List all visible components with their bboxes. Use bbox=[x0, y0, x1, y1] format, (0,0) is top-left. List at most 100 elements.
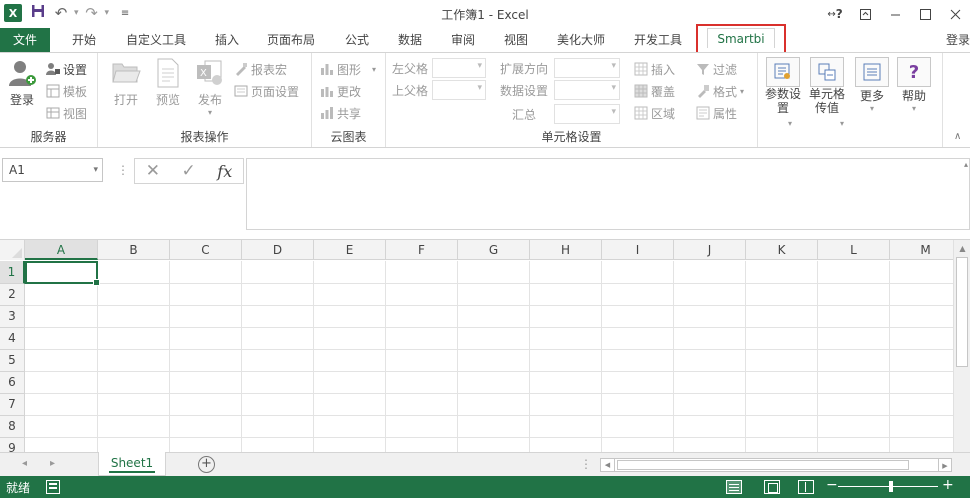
view-button[interactable]: 视图 bbox=[46, 103, 87, 123]
vertical-scroll-thumb[interactable] bbox=[956, 257, 968, 367]
column-header[interactable]: C bbox=[170, 240, 242, 260]
summary-select[interactable] bbox=[554, 104, 620, 124]
cover-button[interactable]: 覆盖 bbox=[634, 81, 675, 101]
page-break-view-icon[interactable] bbox=[798, 480, 814, 494]
name-box[interactable]: A1 bbox=[2, 158, 103, 182]
template-button[interactable]: 模板 bbox=[46, 81, 87, 101]
tab-home[interactable]: 开始 bbox=[62, 28, 106, 52]
login-button[interactable]: 登录 bbox=[4, 57, 40, 108]
param-setting-button[interactable]: 参数设 置 ▾ bbox=[762, 57, 804, 128]
expand-direction-select[interactable] bbox=[554, 58, 620, 78]
column-header[interactable]: M bbox=[890, 240, 962, 260]
open-button[interactable]: 打开 bbox=[108, 57, 144, 108]
top-parent-select[interactable] bbox=[432, 80, 486, 100]
row-header[interactable]: 4 bbox=[0, 328, 25, 350]
zoom-slider[interactable] bbox=[838, 486, 938, 487]
row-header[interactable]: 1 bbox=[0, 261, 25, 284]
column-header[interactable]: L bbox=[818, 240, 890, 260]
row-header[interactable]: 8 bbox=[0, 416, 25, 438]
row-header[interactable]: 2 bbox=[0, 284, 25, 306]
active-cell-a1[interactable] bbox=[25, 261, 100, 286]
sheet-tab-sheet1[interactable]: Sheet1 bbox=[98, 452, 166, 476]
column-header[interactable]: I bbox=[602, 240, 674, 260]
tab-review[interactable]: 审阅 bbox=[440, 28, 486, 52]
collapse-ribbon-icon[interactable]: ∧ bbox=[954, 131, 961, 142]
select-all-button[interactable] bbox=[0, 240, 25, 260]
row-header[interactable]: 7 bbox=[0, 394, 25, 416]
confirm-entry-icon[interactable]: ✓ bbox=[182, 161, 196, 181]
tab-data[interactable]: 数据 bbox=[388, 28, 432, 52]
region-button[interactable]: 区域 bbox=[634, 103, 675, 123]
column-header[interactable]: E bbox=[314, 240, 386, 260]
sheet-nav-prev-icon[interactable]: ◂ bbox=[22, 458, 27, 469]
help-button[interactable]: ? 帮助 ▾ bbox=[896, 57, 932, 113]
normal-view-icon[interactable] bbox=[726, 480, 742, 494]
close-icon[interactable] bbox=[940, 2, 970, 26]
column-header[interactable]: J bbox=[674, 240, 746, 260]
tab-developer[interactable]: 开发工具 bbox=[624, 28, 692, 52]
filter-button[interactable]: 过滤 bbox=[696, 59, 737, 79]
vertical-scrollbar[interactable]: ▲ bbox=[953, 240, 970, 452]
sheet-nav-next-icon[interactable]: ▸ bbox=[50, 458, 55, 469]
horizontal-scroll-thumb[interactable] bbox=[617, 460, 909, 470]
tab-split-handle[interactable]: ⋮ bbox=[580, 457, 592, 471]
account-login-link[interactable]: 登录 bbox=[946, 28, 970, 52]
help-label: ? bbox=[835, 7, 843, 21]
chart-button[interactable]: 图形 ▾ bbox=[320, 59, 376, 79]
format-button[interactable]: 格式 ▾ bbox=[696, 81, 744, 101]
row-header[interactable]: 5 bbox=[0, 350, 25, 372]
zoom-out-icon[interactable]: − bbox=[826, 477, 838, 493]
report-macro-button[interactable]: 报表宏 bbox=[234, 59, 287, 79]
maximize-icon[interactable] bbox=[910, 2, 940, 26]
settings-button[interactable]: 设置 bbox=[46, 59, 87, 79]
preview-button[interactable]: 预览 bbox=[150, 57, 186, 108]
formula-bar-resize-handle[interactable]: ⋮ bbox=[117, 163, 129, 177]
cancel-entry-icon[interactable]: ✕ bbox=[146, 161, 160, 181]
gridline bbox=[25, 327, 970, 328]
row-header[interactable]: 6 bbox=[0, 372, 25, 394]
help-icon[interactable]: ↔? bbox=[820, 2, 850, 26]
tab-insert[interactable]: 插入 bbox=[206, 28, 248, 52]
tab-file[interactable]: 文件 bbox=[0, 28, 50, 52]
minimize-icon[interactable] bbox=[880, 2, 910, 26]
insert-button[interactable]: 插入 bbox=[634, 59, 675, 79]
page-layout-view-icon[interactable] bbox=[764, 480, 780, 494]
publish-button[interactable]: X 发布 ▾ bbox=[192, 57, 228, 117]
insert-function-icon[interactable]: fx bbox=[217, 162, 232, 181]
row-header[interactable]: 9 bbox=[0, 438, 25, 452]
column-header[interactable]: H bbox=[530, 240, 602, 260]
tab-formulas[interactable]: 公式 bbox=[334, 28, 380, 52]
left-parent-select[interactable] bbox=[432, 58, 486, 78]
share-button[interactable]: 共享 bbox=[320, 103, 361, 123]
column-header[interactable]: F bbox=[386, 240, 458, 260]
more-button[interactable]: 更多 ▾ bbox=[852, 57, 892, 113]
attribute-button[interactable]: 属性 bbox=[696, 103, 737, 123]
tab-beautify-master[interactable]: 美化大师 bbox=[546, 28, 616, 52]
row-header[interactable]: 3 bbox=[0, 306, 25, 328]
tab-view[interactable]: 视图 bbox=[494, 28, 538, 52]
horizontal-scrollbar[interactable]: ◀ bbox=[600, 458, 952, 472]
zoom-slider-thumb[interactable] bbox=[889, 481, 893, 492]
macro-record-icon[interactable] bbox=[46, 480, 60, 494]
column-header[interactable]: G bbox=[458, 240, 530, 260]
worksheet-grid[interactable]: A B C D E F G H I J K L M 1 2 3 4 5 6 7 … bbox=[0, 240, 970, 452]
tab-custom-tools[interactable]: 自定义工具 bbox=[116, 28, 196, 52]
scroll-right-icon[interactable]: ▶ bbox=[938, 458, 952, 472]
column-header[interactable]: K bbox=[746, 240, 818, 260]
cell-passing-button[interactable]: 单元格 传值 ▾ bbox=[806, 57, 848, 128]
column-header[interactable]: D bbox=[242, 240, 314, 260]
collapse-formula-bar-icon[interactable]: ▴ bbox=[964, 160, 968, 169]
restore-ribbon-icon[interactable] bbox=[850, 2, 880, 26]
column-header[interactable]: A bbox=[25, 240, 98, 260]
tab-smartbi[interactable]: Smartbi bbox=[696, 24, 786, 54]
page-setup-button[interactable]: 页面设置 bbox=[234, 81, 299, 101]
change-button[interactable]: 更改 bbox=[320, 81, 361, 101]
formula-input[interactable] bbox=[246, 158, 970, 230]
add-sheet-icon[interactable]: + bbox=[198, 456, 215, 473]
zoom-in-icon[interactable]: + bbox=[942, 477, 954, 493]
scroll-left-icon[interactable]: ◀ bbox=[601, 459, 615, 471]
column-header[interactable]: B bbox=[98, 240, 170, 260]
tab-page-layout[interactable]: 页面布局 bbox=[258, 28, 324, 52]
data-setting-select[interactable] bbox=[554, 80, 620, 100]
scroll-up-icon[interactable]: ▲ bbox=[954, 240, 970, 257]
